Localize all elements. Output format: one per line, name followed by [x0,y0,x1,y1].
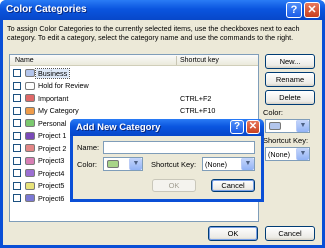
category-name[interactable]: Personal [38,119,66,128]
column-divider[interactable] [176,56,177,65]
category-shortcut: CTRL+F10 [180,106,216,115]
chevron-down-icon[interactable]: ▼ [296,148,309,160]
shortcut-key-label: Shortcut Key: [263,136,309,145]
dialog-cancel-button[interactable]: Cancel [211,179,255,192]
category-name[interactable]: Project6 [38,194,64,203]
category-checkbox[interactable] [13,181,21,190]
column-shortcut-header[interactable]: Shortcut key [180,57,219,64]
category-color-swatch [25,144,35,152]
color-dropdown[interactable]: ▼ [265,119,310,133]
category-name[interactable]: Important [38,94,68,103]
chevron-down-icon[interactable]: ▼ [296,120,309,132]
instructions-line-1: To assign Color Categories to the curren… [7,24,300,33]
chevron-down-icon[interactable]: ▼ [129,158,142,170]
dialog-close-icon[interactable]: ✕ [246,120,260,134]
list-header: Name Shortcut key [10,55,258,66]
category-color-swatch [25,94,35,102]
dialog-color-label: Color: [77,160,98,169]
category-color-swatch [25,81,35,90]
list-item[interactable]: My Category CTRL+F10 [10,105,258,116]
instructions-line-2: category. To edit a category, select the… [7,33,294,42]
category-checkbox[interactable] [13,144,21,152]
category-checkbox[interactable] [13,81,21,90]
category-checkbox[interactable] [13,169,21,177]
help-icon[interactable]: ? [286,2,302,18]
category-name[interactable]: Hold for Review [38,81,89,90]
cancel-button[interactable]: Cancel [265,226,315,241]
category-color-swatch [25,194,35,202]
name-label: Name: [77,143,100,152]
list-item[interactable]: Important CTRL+F2 [10,92,258,103]
category-checkbox[interactable] [13,194,21,202]
category-color-swatch [25,169,35,177]
rename-button[interactable]: Rename [265,72,315,87]
dialog-shortcut-key-value: (None) [205,160,227,169]
list-item[interactable]: Business [10,67,258,79]
shortcut-key-dropdown[interactable]: (None) ▼ [265,147,310,161]
dialog-body: Name: Color: ▼ Shortcut Key: (None) ▼ OK… [73,136,261,199]
dialog-shortcut-key-dropdown[interactable]: (None) ▼ [202,157,255,171]
color-label: Color: [263,108,284,117]
category-checkbox[interactable] [13,131,21,140]
category-name[interactable]: Project 1 [38,131,66,140]
instructions-text: To assign Color Categories to the curren… [7,24,319,42]
name-input[interactable] [103,141,255,154]
category-name[interactable]: Project4 [38,169,64,178]
category-checkbox[interactable] [13,106,21,115]
delete-button[interactable]: Delete [265,90,315,105]
shortcut-key-value: (None) [268,150,290,159]
new-button[interactable]: New... [265,54,315,69]
category-checkbox[interactable] [13,119,21,127]
category-color-swatch [25,181,35,190]
dialog-color-swatch [107,160,119,168]
window-title: Color Categories [6,4,87,15]
category-color-swatch [25,69,35,77]
dialog-ok-button[interactable]: OK [152,179,196,192]
dialog-shortcut-key-label: Shortcut Key: [151,160,197,169]
color-swatch [269,122,281,130]
add-new-category-dialog: Add New Category ? ✕ Name: Color: ▼ Shor… [70,119,264,202]
list-item[interactable]: Hold for Review [10,80,258,91]
category-name[interactable]: Business [34,67,71,79]
dialog-color-dropdown[interactable]: ▼ [103,157,143,171]
category-checkbox[interactable] [13,156,21,165]
category-color-swatch [25,156,35,165]
category-shortcut: CTRL+F2 [180,93,212,103]
category-name[interactable]: Project 2 [38,144,66,153]
title-bar[interactable]: Color Categories ? ✕ [0,0,325,20]
dialog-help-icon[interactable]: ? [230,120,244,134]
dialog-title: Add New Category [76,122,161,133]
category-color-swatch [25,131,35,140]
category-name[interactable]: Project3 [38,156,64,165]
column-name-header[interactable]: Name [15,57,34,64]
dialog-title-bar[interactable]: Add New Category ? ✕ [70,119,264,136]
category-name[interactable]: Project5 [38,181,64,190]
category-color-swatch [25,106,35,115]
ok-button[interactable]: OK [208,226,258,241]
category-name[interactable]: My Category [38,106,79,115]
chevron-down-icon[interactable]: ▼ [241,158,254,170]
category-color-swatch [25,119,35,127]
close-icon[interactable]: ✕ [304,2,320,18]
category-checkbox[interactable] [13,69,21,77]
category-checkbox[interactable] [13,94,21,102]
